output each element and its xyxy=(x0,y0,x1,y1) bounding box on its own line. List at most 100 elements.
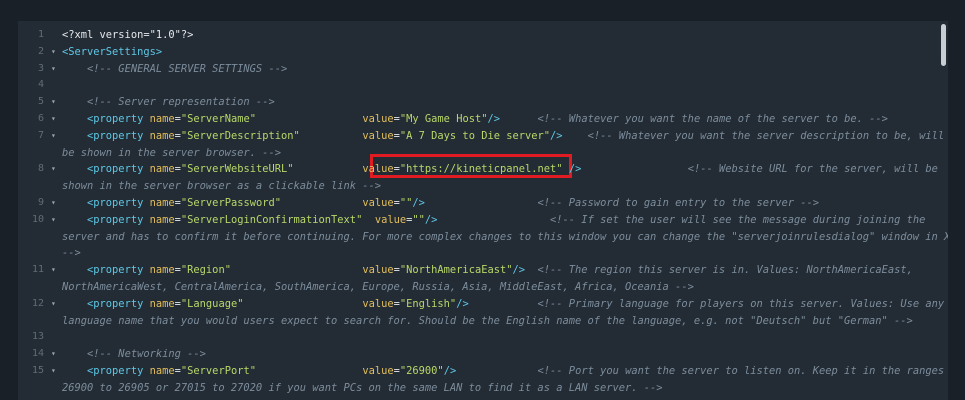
code-line[interactable]: 3 ▾ <!-- GENERAL SERVER SETTINGS --> xyxy=(18,61,948,77)
code-line[interactable]: be shown in the server browser. --> xyxy=(18,145,948,161)
token-attr: name xyxy=(149,113,175,125)
token-tag: /> xyxy=(424,213,438,226)
code-line[interactable]: 7 ▾ <property name="ServerDescription" va… xyxy=(18,128,948,144)
fold-arrow-icon[interactable]: ▾ xyxy=(51,161,56,177)
token-tag: <property xyxy=(87,297,144,310)
token-str: "26900" xyxy=(399,365,444,377)
code-text: <property name="ServerName" value="My Ga… xyxy=(62,111,888,127)
token-punct xyxy=(256,365,362,377)
fold-arrow-icon[interactable]: ▾ xyxy=(51,195,56,211)
code-line[interactable]: 14 ▾ <!-- Networking --> xyxy=(18,346,948,362)
token-attr: name xyxy=(149,163,175,176)
token-tag: /> xyxy=(443,365,457,377)
token-punct xyxy=(437,214,550,226)
fold-arrow-icon[interactable]: ▾ xyxy=(51,111,56,127)
token-punct xyxy=(62,264,87,276)
token-punct xyxy=(62,365,87,377)
token-str: "ServerPassword" xyxy=(180,197,281,209)
fold-arrow-icon[interactable]: ▾ xyxy=(51,262,56,278)
token-punct xyxy=(281,197,362,209)
code-line[interactable]: language name that you would users expec… xyxy=(18,313,948,329)
token-punct xyxy=(500,113,538,125)
line-number: 5 xyxy=(37,96,44,108)
code-line[interactable]: 6 ▾ <property name="ServerName" value="My… xyxy=(18,111,948,127)
token-cmt: <!-- GENERAL SERVER SETTINGS --> xyxy=(87,62,288,75)
token-attr: name xyxy=(149,197,175,209)
code-line[interactable]: 9 ▾ <property name="ServerPassword" value… xyxy=(18,195,948,211)
code-line[interactable]: 26900 to 26905 or 27015 to 27020 if you … xyxy=(18,380,948,396)
token-cmt: 26900 to 26905 or 27015 to 27020 if you … xyxy=(62,381,663,394)
fold-arrow-icon[interactable]: ▾ xyxy=(51,94,56,110)
line-number: 3 xyxy=(37,62,44,74)
code-line[interactable]: 13 xyxy=(18,329,948,345)
code-text: <!-- Server representation --> xyxy=(62,94,275,110)
line-number: 15 xyxy=(31,365,44,376)
token-tag: /> xyxy=(568,163,582,176)
line-number: 7 xyxy=(37,129,44,141)
token-tag: <property xyxy=(87,113,144,125)
token-attr: value xyxy=(362,113,394,125)
code-line[interactable]: server and has to confirm it before cont… xyxy=(18,229,948,245)
token-attr: name xyxy=(149,213,175,226)
token-attr: name xyxy=(149,365,175,377)
token-attr: value xyxy=(362,297,394,310)
token-punct xyxy=(62,130,87,142)
token-cmt: <!-- Whatever you want the server descri… xyxy=(587,129,945,142)
code-text: <property name="ServerPassword" value=""… xyxy=(62,195,819,211)
fold-arrow-icon[interactable]: ▾ xyxy=(51,61,56,77)
token-tag: /> xyxy=(412,197,425,209)
line-number: 1 xyxy=(37,29,44,40)
token-tag: <ServerSettings> xyxy=(62,45,163,58)
token-str: "Language" xyxy=(180,297,244,310)
line-number: 4 xyxy=(37,79,44,91)
token-tag: <property xyxy=(87,129,144,142)
code-text: <!-- GENERAL SERVER SETTINGS --> xyxy=(62,61,287,77)
token-punct xyxy=(62,298,87,310)
code-line[interactable]: 15 ▾ <property name="ServerPort" value="2… xyxy=(18,363,948,379)
token-tag: <property xyxy=(87,213,144,226)
fold-arrow-icon[interactable]: ▾ xyxy=(51,212,56,228)
fold-arrow-icon[interactable]: ▾ xyxy=(51,363,56,379)
code-line[interactable]: 2 ▾ <ServerSettings> xyxy=(18,44,948,60)
line-number: 14 xyxy=(31,348,44,360)
fold-arrow-icon[interactable]: ▾ xyxy=(51,346,56,362)
token-cmt: <!-- Password to gain entry to the serve… xyxy=(537,197,820,209)
token-attr: name xyxy=(149,129,175,142)
code-text: <property name="ServerLoginConfirmationT… xyxy=(62,212,925,228)
code-line[interactable]: 11 ▾ <property name="Region" value="North… xyxy=(18,262,948,278)
token-str: "Region" xyxy=(180,264,231,277)
token-str: "ServerLoginConfirmationText" xyxy=(180,213,363,226)
line-number: 6 xyxy=(37,113,44,124)
code-line[interactable]: 4 xyxy=(18,77,948,93)
token-tag: /> xyxy=(487,113,500,125)
code-line[interactable]: --> xyxy=(18,245,948,261)
code-line[interactable]: NorthAmericaWest, CentralAmerica, SouthA… xyxy=(18,279,948,295)
xml-code-editor[interactable]: 1 <?xml version="1.0"?> 2 ▾ <ServerSettings>… xyxy=(18,21,948,400)
token-attr: value xyxy=(362,129,394,142)
code-line[interactable]: 5 ▾ <!-- Server representation --> xyxy=(18,94,948,110)
token-cmt: <!-- Port you want the server to listen … xyxy=(537,365,945,377)
token-cmt: <!-- If set the user will see the messag… xyxy=(550,213,926,226)
token-punct xyxy=(62,63,87,75)
fold-arrow-icon[interactable]: ▾ xyxy=(51,44,56,60)
code-line[interactable]: shown in the server browser as a clickab… xyxy=(18,178,948,194)
token-tag: <property xyxy=(87,197,144,209)
code-line[interactable]: 12 ▾ <property name="Language" value="Eng… xyxy=(18,296,948,312)
code-line[interactable]: 1 <?xml version="1.0"?> xyxy=(18,27,948,43)
page: 1 <?xml version="1.0"?> 2 ▾ <ServerSettings>… xyxy=(0,0,965,400)
token-punct xyxy=(300,130,363,142)
token-punct xyxy=(563,130,588,142)
token-punct xyxy=(62,96,87,108)
code-line[interactable]: 10 ▾ <property name="ServerLoginConfirmat… xyxy=(18,212,948,228)
token-cmt: shown in the server browser as a clickab… xyxy=(62,180,382,193)
token-attr: value xyxy=(362,197,394,209)
fold-arrow-icon[interactable]: ▾ xyxy=(51,128,56,144)
fold-arrow-icon[interactable]: ▾ xyxy=(51,296,56,312)
code-line[interactable]: 8 ▾ <property name="ServerWebsiteURL" val… xyxy=(18,161,948,177)
token-cmt: <!-- Primary language for players on thi… xyxy=(537,297,945,310)
token-str: "My Game Host" xyxy=(399,113,488,125)
token-punct xyxy=(362,214,375,226)
code-text: be shown in the server browser. --> xyxy=(62,145,281,161)
code-text: <ServerSettings> xyxy=(62,44,162,60)
token-str: "https://kineticpanel.net" xyxy=(399,163,563,176)
